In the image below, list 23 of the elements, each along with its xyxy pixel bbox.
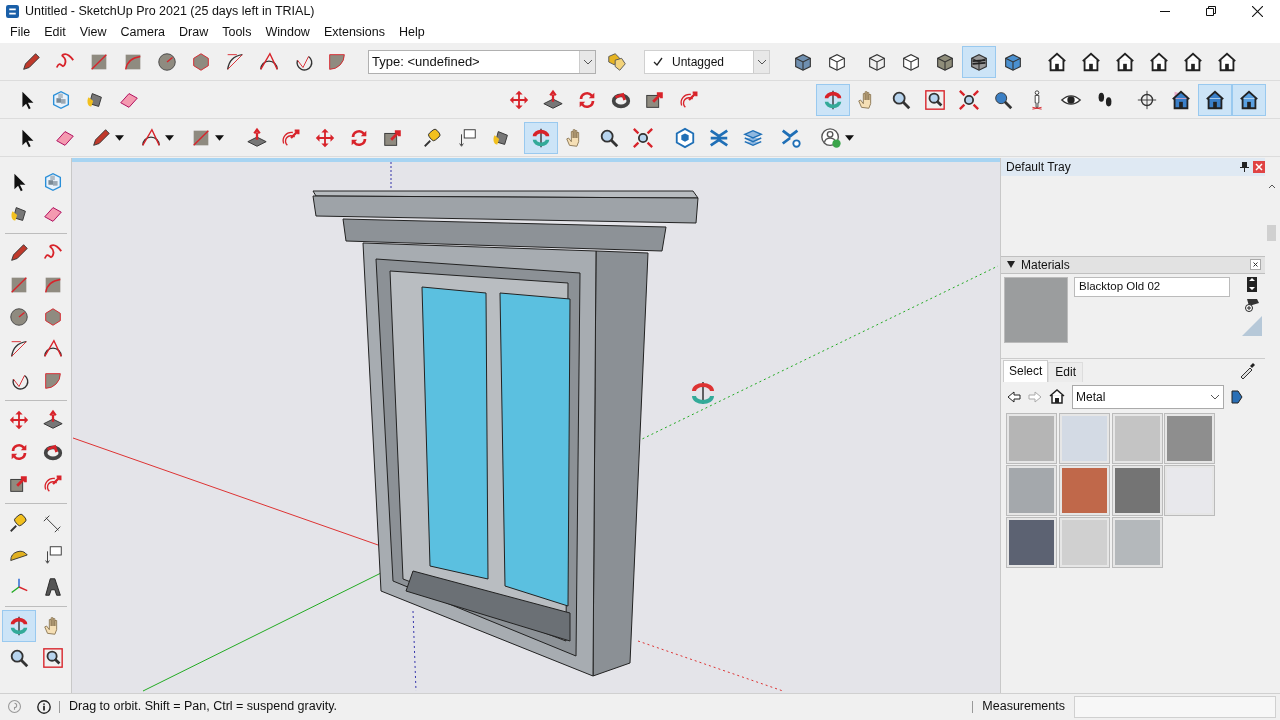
menu-item[interactable]: Tools bbox=[215, 22, 259, 42]
measurements-label: Measurements bbox=[982, 698, 1065, 716]
menu-item[interactable]: Draw bbox=[172, 22, 216, 42]
menu-item[interactable]: View bbox=[72, 22, 114, 42]
menu-item[interactable]: Edit bbox=[37, 22, 73, 42]
status-message: Drag to orbit. Shift = Pan, Ctrl = suspend gravity. bbox=[69, 698, 337, 716]
menu-item[interactable]: Window bbox=[258, 22, 317, 42]
menu-item[interactable]: File bbox=[3, 22, 38, 42]
entity-type-dropdown[interactable]: Type: <undefined> bbox=[368, 50, 596, 75]
panel-title: Materials bbox=[1021, 256, 1070, 274]
menu-item[interactable]: Camera bbox=[113, 22, 173, 42]
dropdown-value: Type: <undefined> bbox=[371, 53, 481, 72]
menu-item[interactable]: Extensions bbox=[316, 22, 393, 42]
dropdown-value: Untagged bbox=[671, 54, 726, 72]
window-title: Untitled - SketchUp Pro 2021 (25 days left in TRIAL) bbox=[25, 2, 315, 20]
collection-dropdown[interactable]: Metal bbox=[1072, 384, 1224, 409]
dropdown-value: Metal bbox=[1076, 388, 1107, 406]
tray-title: Default Tray bbox=[1006, 158, 1071, 176]
tag-dropdown[interactable]: Untagged bbox=[644, 50, 770, 75]
tab[interactable]: Edit bbox=[1048, 361, 1084, 382]
menu-item[interactable]: Help bbox=[392, 22, 432, 42]
tab[interactable]: Select bbox=[1003, 359, 1049, 382]
material-name-field[interactable]: Blacktop Old 02 bbox=[1074, 276, 1230, 297]
